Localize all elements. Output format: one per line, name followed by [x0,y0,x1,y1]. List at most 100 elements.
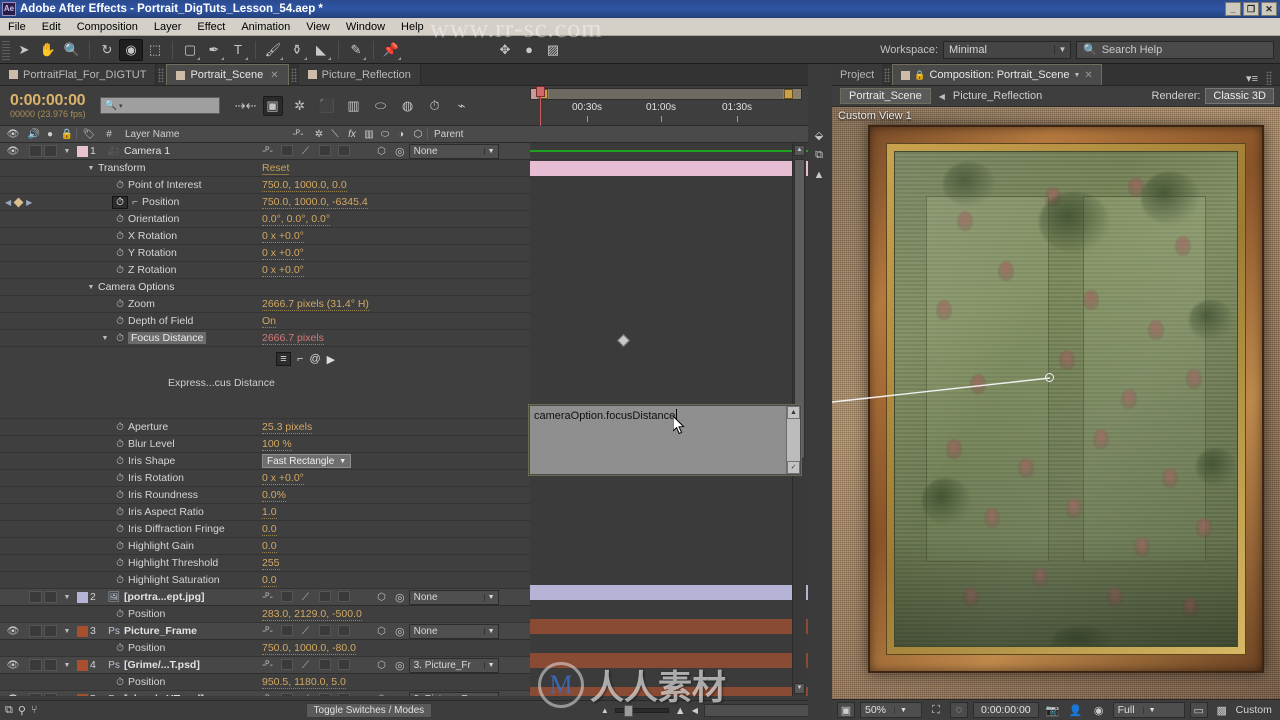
property-row[interactable]: ⏱ Position 750.0, 1000.0, -80.0 [0,640,530,657]
layer-bar-camera1[interactable] [530,161,808,176]
menu-item-window[interactable]: Window [338,20,393,34]
property-value[interactable]: 1.0 [262,506,277,519]
parent-column-header[interactable]: Parent [428,126,498,143]
expand-layer-triangle[interactable]: ▼ [60,628,74,635]
property-name[interactable]: Iris Diffraction Fringe [128,523,225,535]
parent-dropdown[interactable]: 3. Picture_Fr▼ [408,692,499,696]
position-keyframe-marker[interactable] [617,334,630,347]
parent-dropdown[interactable]: 3. Picture_Fr▼ [408,658,499,673]
property-name[interactable]: Iris Rotation [128,472,184,484]
layer-switch-4[interactable] [334,658,353,673]
layer-switch-3[interactable] [315,144,334,159]
stopwatch-icon[interactable]: ⏱ [112,558,128,569]
property-value[interactable]: Fast Rectangle ▼ [262,454,352,468]
property-row[interactable]: ⏱ Position 950.5, 1180.0, 5.0 [0,674,530,691]
property-row[interactable]: ▼ Camera Options [0,279,530,296]
layer-switch-3[interactable] [315,624,334,639]
timeline-horizontal-scrollbar[interactable] [703,704,812,717]
layer-switch-0[interactable]: -ᴾ- [258,660,277,671]
property-name[interactable]: Position [128,642,165,654]
snapshot-icon[interactable]: ▨ [541,39,565,61]
property-name[interactable]: Highlight Threshold [128,557,218,569]
property-row[interactable]: ⏱ Y Rotation 0 x +0.0° [0,245,530,262]
minimize-button[interactable]: _ [1225,2,1241,16]
expression-text-area[interactable]: cameraOption.focusDistance [530,406,786,474]
panel-menu-icon[interactable]: ▾≡ [1246,72,1258,85]
frame-blending-icon[interactable]: ⬛ [317,96,337,116]
keyframe-navigator[interactable]: ◀ ▶ [5,197,32,207]
property-value[interactable]: Reset [262,162,290,175]
time-navigator-bar[interactable] [549,89,783,99]
puppet-pin-tool[interactable]: 📌 [379,39,403,61]
close-icon[interactable]: ✕ [1084,70,1092,81]
visibility-toggle-icon[interactable]: 👁 [0,660,26,671]
property-name[interactable]: Position [128,608,165,620]
layer-switch-6[interactable]: ⬡ [372,626,391,637]
scroll-left-button[interactable]: ◀ [692,706,698,715]
layer-switch-0[interactable]: -ᴾ- [258,146,277,157]
scroll-down-button[interactable]: ▼ [794,683,805,694]
parent-dropdown[interactable]: None ▼ [408,590,499,605]
property-value[interactable]: 750.0, 1000.0, -80.0 [262,642,356,655]
stopwatch-icon[interactable]: ⏱ [112,316,128,327]
property-value[interactable]: 0 x +0.0° [262,247,304,260]
always-preview-this-view-icon[interactable]: ▣ [837,702,855,718]
layer-switch-1[interactable] [277,590,296,605]
show-channel-icon[interactable]: ◉ [1090,702,1108,718]
tab-composition[interactable]: 🔒 Composition: Portrait_Scene ▼ ✕ [892,64,1102,85]
pen-tool[interactable]: ✒ [202,39,226,61]
pickwhip-icon[interactable]: ◎ [395,659,405,672]
expand-layer-triangle[interactable]: ▼ [60,594,74,601]
property-row[interactable]: ⏱ Orientation 0.0°, 0.0°, 0.0° [0,211,530,228]
layer-switch-2[interactable]: ⟋ [296,146,315,157]
timeline-zoom-slider[interactable] [614,705,669,717]
layer-name[interactable]: Picture_Frame [124,625,197,637]
solo-toggle[interactable] [44,693,57,696]
property-row[interactable]: ⏱ Highlight Saturation 0.0 [0,572,530,589]
visibility-toggle-icon[interactable]: 👁 [0,146,26,157]
toggle-switches-modes-button[interactable]: Toggle Switches / Modes [305,703,433,718]
expand-property-triangle[interactable]: ▼ [98,335,112,342]
hide-shy-layers-icon[interactable]: ✲ [290,96,310,116]
menu-item-effect[interactable]: Effect [189,20,233,34]
property-value[interactable]: 2666.7 pixels (31.4° H) [262,298,369,311]
panel-grip[interactable] [290,67,297,82]
cti-head[interactable] [536,86,545,97]
shape-tool[interactable]: ▢ [178,39,202,61]
audio-toggle[interactable] [29,591,42,603]
property-row[interactable]: ⏱ Depth of Field On [0,313,530,330]
menu-item-animation[interactable]: Animation [233,20,298,34]
audio-toggle[interactable] [29,693,42,696]
expression-scrollbar[interactable]: ▲ ✓ [786,406,800,474]
property-name[interactable]: X Rotation [128,230,177,242]
label-color-swatch[interactable] [74,145,90,157]
property-name[interactable]: Iris Roundness [128,489,198,501]
zoom-tool[interactable]: 🔍 [60,39,84,61]
property-row[interactable]: ◀ ▶ ⏱ ⌐ Position 750.0, 1000.0, -6345.4 [0,194,530,211]
layer-switch-6[interactable]: ⬡ [372,660,391,671]
layer-switch-4[interactable] [334,144,353,159]
visibility-toggle-icon[interactable]: 👁 [0,694,26,697]
expand-group-triangle[interactable]: ▼ [84,165,98,172]
table-row[interactable]: 👁 ▼ 3 Ps Picture_Frame -ᴾ- ⟋ ⬡ ◎ None ▼ [0,623,530,640]
zoom-out-icon[interactable]: ▲ [601,706,609,715]
curve-editor-icon[interactable]: ⌁ [452,96,472,116]
property-name[interactable]: Zoom [128,298,155,310]
dot-icon[interactable]: ● [517,39,541,61]
property-name[interactable]: Orientation [128,213,179,225]
panel-grip[interactable] [884,67,891,82]
scrollbar-track[interactable] [787,419,800,461]
layer-switch-3[interactable] [315,658,334,673]
composition-timecode[interactable]: 0:00:00:00 [973,702,1039,718]
property-name[interactable]: Blur Level [128,438,175,450]
property-value[interactable]: 0 x +0.0° [262,264,304,277]
layer-switch-2[interactable]: ⟋ [296,694,315,696]
stopwatch-icon[interactable]: ⏱ [112,575,128,586]
stopwatch-icon[interactable]: ⏱ [112,265,128,276]
time-ruler-ticks[interactable]: 00:30s 01:00s 01:30s [530,102,802,126]
time-navigator[interactable] [530,88,802,100]
parent-dropdown[interactable]: None ▼ [408,144,499,159]
next-keyframe-icon[interactable]: ▶ [26,198,32,207]
property-row[interactable]: ⏱ Iris Diffraction Fringe 0.0 [0,521,530,538]
eraser-tool[interactable]: ◣ [309,39,333,61]
